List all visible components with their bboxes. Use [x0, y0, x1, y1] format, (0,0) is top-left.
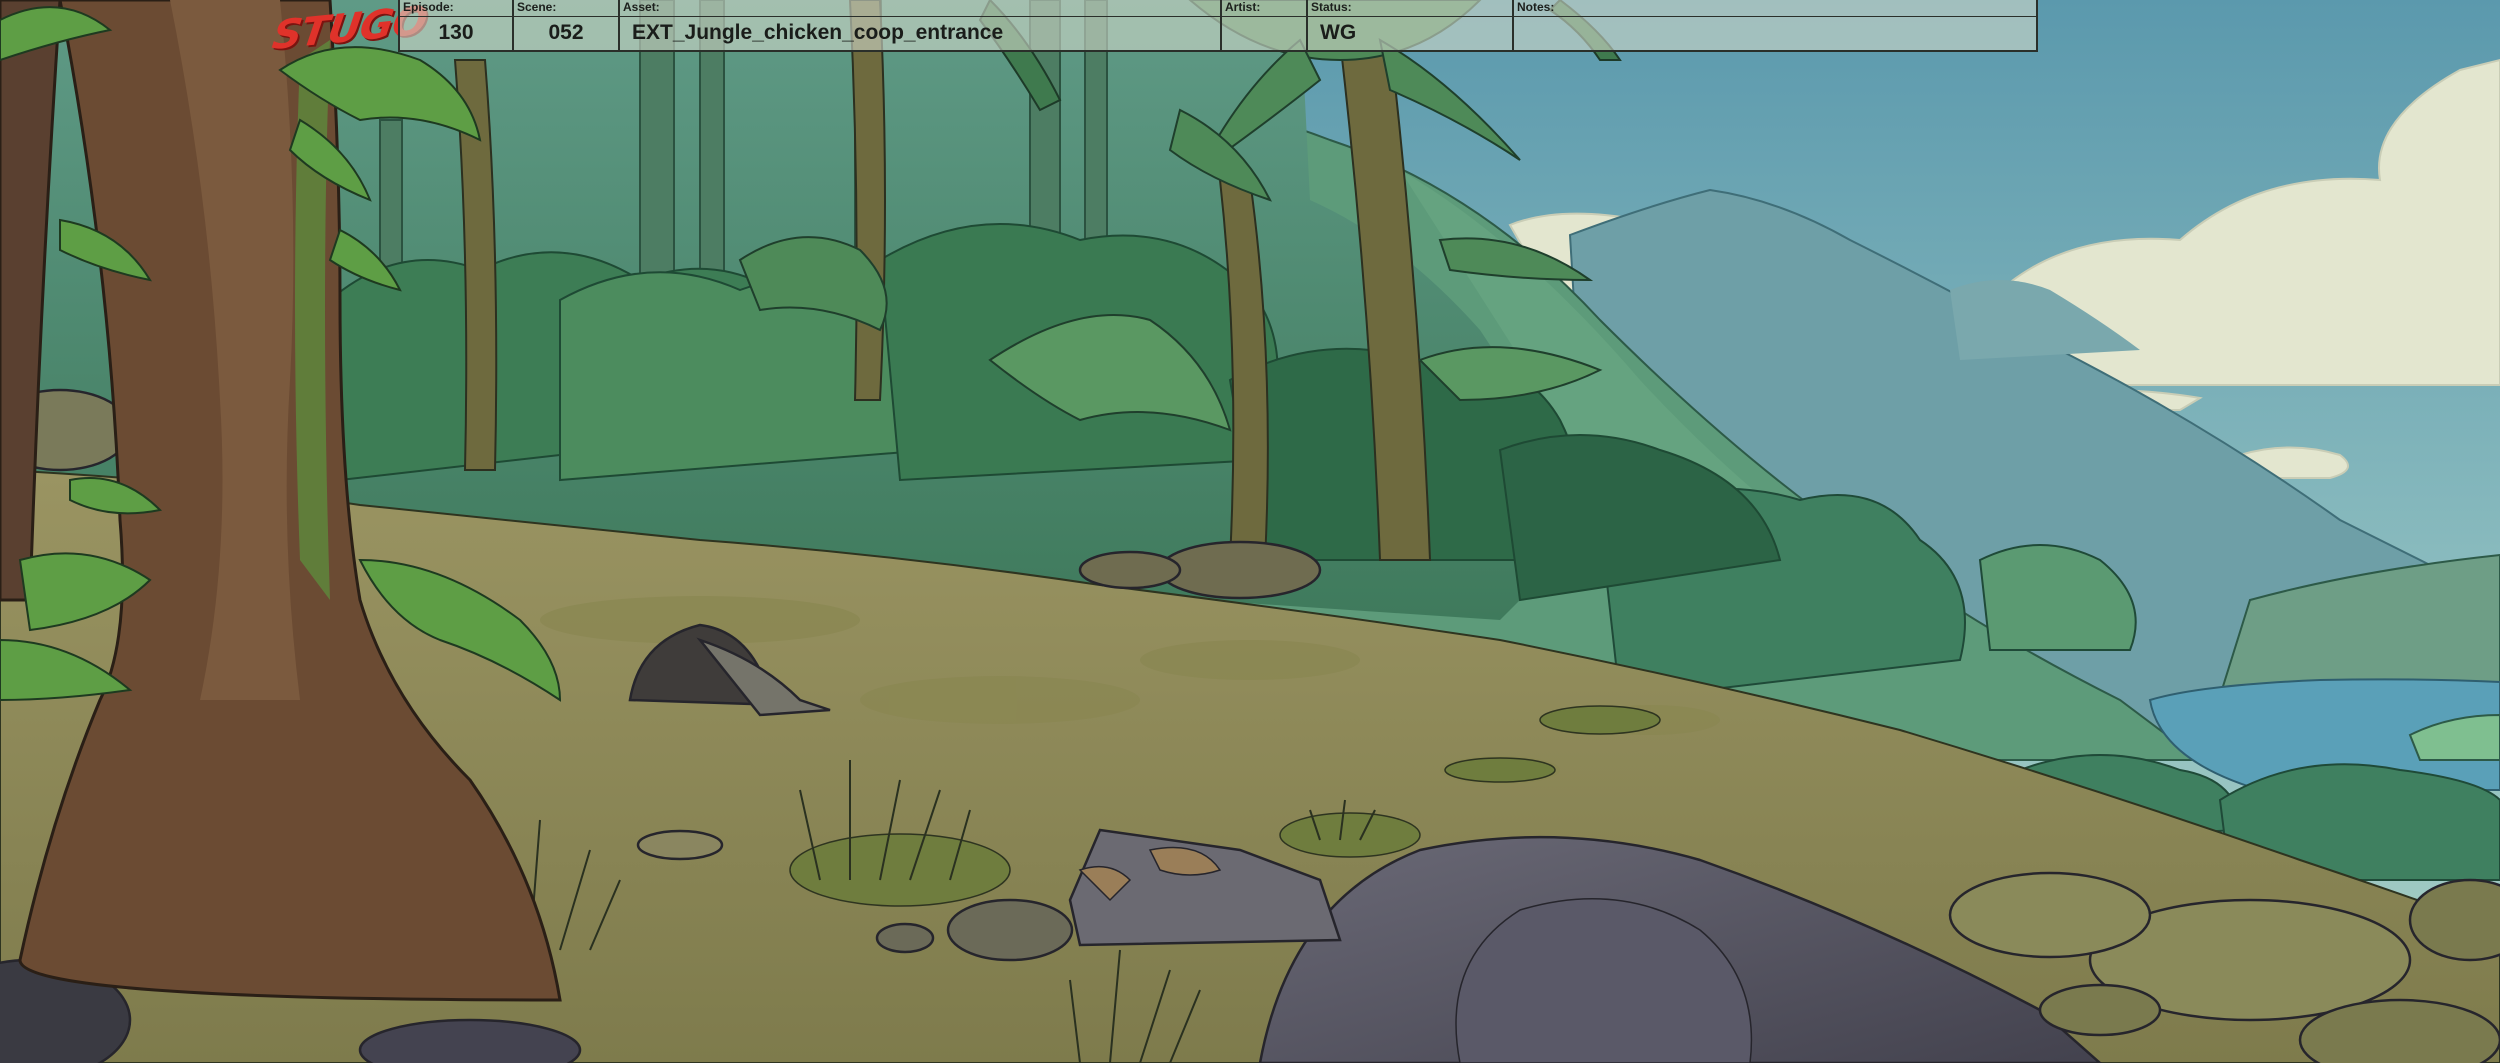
- slate-episode-cell: Episode: 130: [400, 0, 514, 50]
- slate-scene-cell: Scene: 052: [514, 0, 620, 50]
- slate-asset-cell: Asset: EXT_Jungle_chicken_coop_entrance: [620, 0, 1222, 50]
- slate-notes-cell: Notes:: [1514, 0, 2036, 50]
- slate-asset-label: Asset:: [623, 0, 660, 14]
- slate-episode-label: Episode:: [403, 0, 454, 14]
- slate-scene-label: Scene:: [517, 0, 557, 14]
- slate-episode-value: 130: [438, 21, 474, 44]
- slate-status-value: WG: [1320, 21, 1357, 44]
- slate-notes-label: Notes:: [1517, 0, 1555, 14]
- jungle-background-painting: [0, 0, 2500, 1063]
- slate-status-label: Status:: [1311, 0, 1352, 14]
- slate-asset-value: EXT_Jungle_chicken_coop_entrance: [632, 21, 1004, 44]
- slate-status-cell: Status: WG: [1308, 0, 1514, 50]
- slate-artist-label: Artist:: [1225, 0, 1261, 14]
- slate-scene-value: 052: [548, 21, 584, 44]
- production-slate: Episode: 130 Scene: 052 Asset: EXT_Jungl…: [398, 0, 2038, 52]
- slate-artist-cell: Artist:: [1222, 0, 1308, 50]
